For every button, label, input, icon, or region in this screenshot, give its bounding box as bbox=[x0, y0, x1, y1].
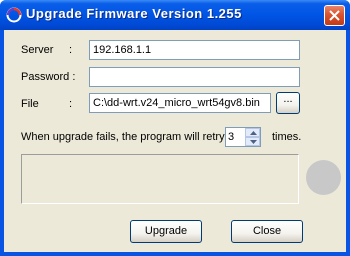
server-label: Server bbox=[21, 44, 54, 56]
chevron-down-icon bbox=[250, 140, 257, 144]
password-input[interactable] bbox=[89, 67, 300, 87]
file-label: File bbox=[21, 98, 39, 110]
chevron-up-icon bbox=[250, 131, 257, 135]
server-colon: : bbox=[69, 44, 73, 56]
window-title: Upgrade Firmware Version 1.255 bbox=[26, 6, 242, 21]
close-window-button[interactable] bbox=[324, 5, 345, 26]
times-text: times. bbox=[272, 131, 302, 143]
file-path-input[interactable]: C:\dd-wrt.v24_micro_wrt54gv8.bin bbox=[89, 93, 271, 113]
retry-count-value[interactable]: 3 bbox=[228, 128, 234, 146]
upgrade-firmware-window: Upgrade Firmware Version 1.255 Server : … bbox=[0, 0, 350, 256]
retry-text: When upgrade fails, the program will ret… bbox=[21, 131, 225, 143]
server-input[interactable]: 192.168.1.1 bbox=[89, 40, 300, 60]
status-panel bbox=[21, 154, 299, 204]
spin-up-button[interactable] bbox=[245, 128, 260, 137]
upgrade-button[interactable]: Upgrade bbox=[130, 220, 202, 243]
status-indicator bbox=[306, 160, 341, 195]
password-label: Password : bbox=[21, 71, 76, 83]
app-icon bbox=[6, 7, 22, 23]
title-bar[interactable]: Upgrade Firmware Version 1.255 bbox=[0, 0, 350, 30]
dialog-body: Server : 192.168.1.1 Password : File : C… bbox=[4, 30, 346, 252]
file-colon: : bbox=[69, 98, 73, 110]
close-icon bbox=[329, 10, 340, 21]
close-button[interactable]: Close bbox=[231, 220, 303, 243]
spin-down-button[interactable] bbox=[245, 137, 260, 146]
browse-button[interactable]: ... bbox=[276, 92, 300, 114]
retry-count-stepper[interactable]: 3 bbox=[225, 127, 261, 147]
